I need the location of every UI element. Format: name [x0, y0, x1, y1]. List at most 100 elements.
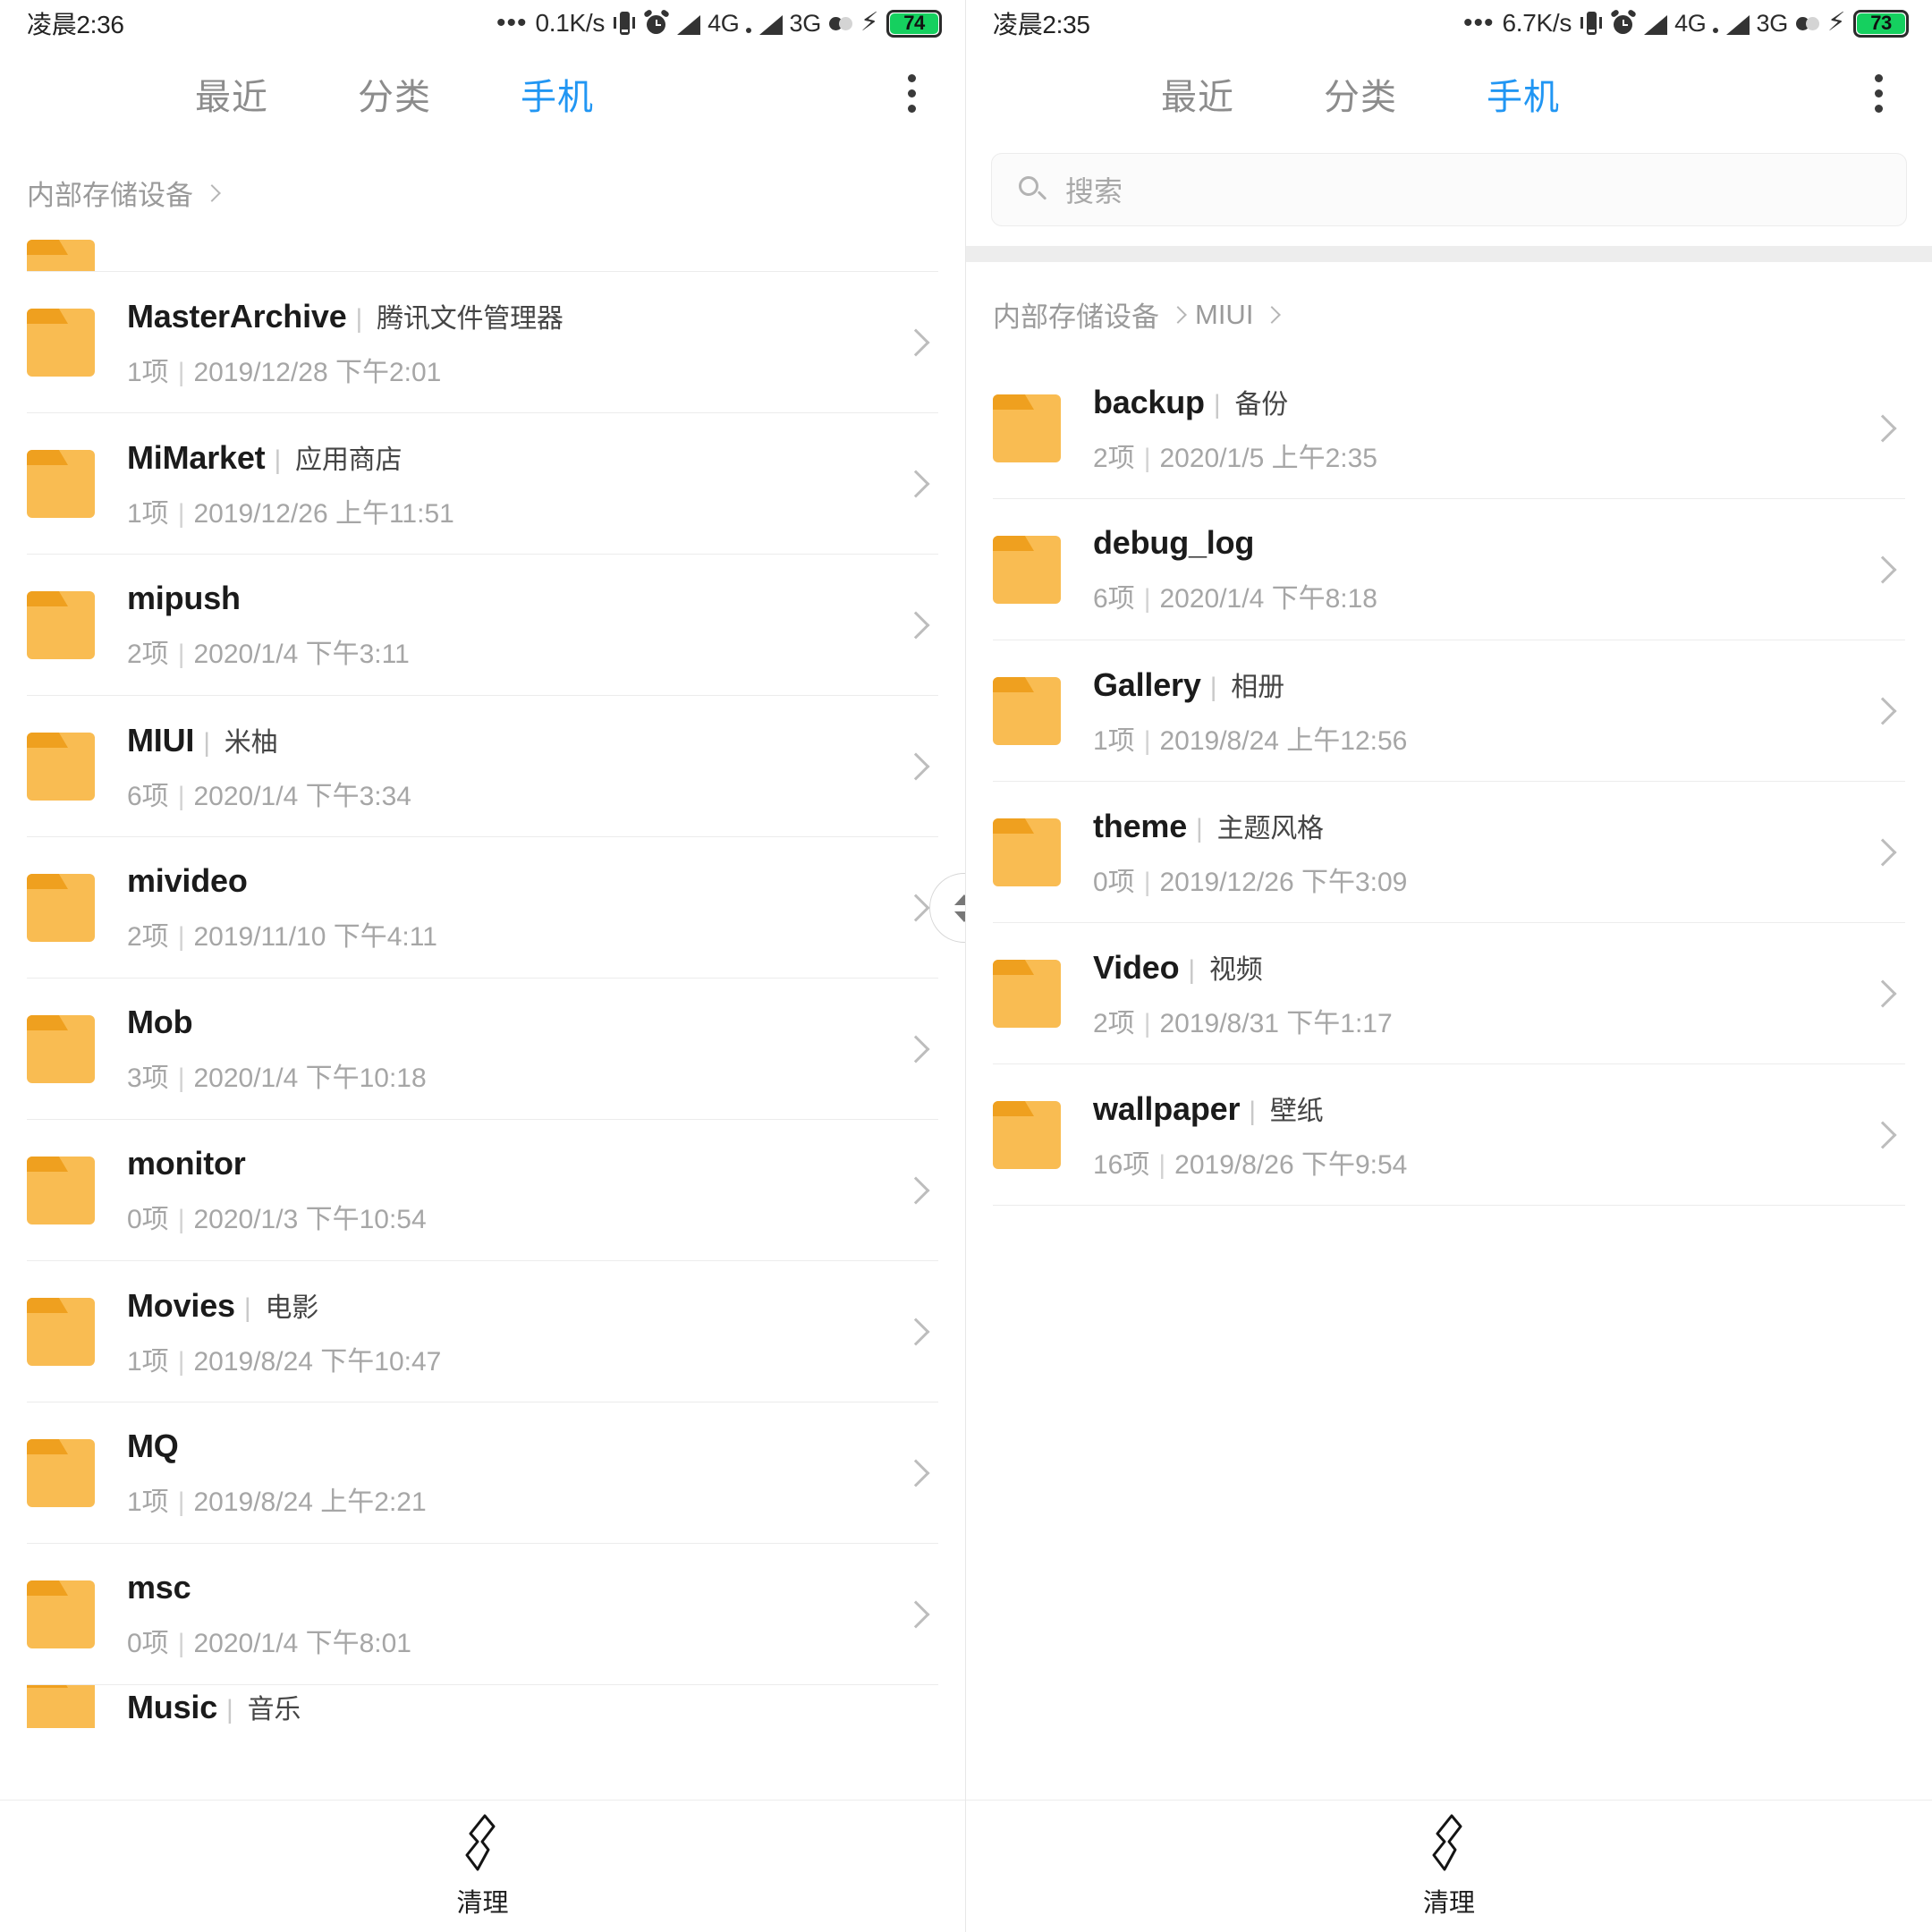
signal-bars-icon-1	[1644, 15, 1668, 35]
list-item-title: Gallery | 相册	[1093, 665, 1873, 704]
folder-icon	[27, 1298, 95, 1366]
item-count: 16项	[1093, 1150, 1150, 1180]
overflow-menu-icon[interactable]	[1852, 67, 1905, 121]
network-type-label-2: 3G	[789, 9, 822, 37]
tab-phone[interactable]: 手机	[521, 68, 594, 120]
list-item-title: Video | 视频	[1093, 947, 1873, 987]
item-count: 1项	[127, 499, 169, 529]
tab-recent[interactable]: 最近	[195, 68, 268, 120]
subtitle-separator: |	[177, 922, 185, 952]
clean-button[interactable]: 清理	[1423, 1814, 1475, 1919]
list-item-text: msc 0项 | 2020/1/4 下午8:01	[127, 1569, 906, 1660]
chevron-right-icon	[1868, 697, 1897, 725]
table-row[interactable]: MQ 1项 | 2019/8/24 上午2:21	[0, 1402, 965, 1544]
list-item-subtitle: 1项 | 2019/12/28 下午2:01	[127, 350, 906, 389]
subtitle-separator: |	[1143, 868, 1151, 897]
tab-group-right: 最近 分类 手机	[1161, 68, 1560, 120]
tab-categories[interactable]: 分类	[1324, 68, 1397, 120]
table-row[interactable]: wallpaper | 壁纸 16项 | 2019/8/26 下午9:54	[966, 1064, 1932, 1206]
folder-name: Video	[1093, 949, 1180, 986]
folder-icon	[27, 874, 95, 942]
list-item-subtitle: 2项 | 2020/1/4 下午3:11	[127, 631, 906, 671]
list-item-title: wallpaper | 壁纸	[1093, 1089, 1873, 1128]
section-divider	[966, 246, 1932, 262]
list-item-text: Music | 音乐	[127, 1687, 938, 1726]
scrollbar-thumb[interactable]	[929, 873, 965, 943]
chevron-right-icon	[902, 328, 930, 357]
folder-name: MIUI	[127, 722, 195, 758]
item-date: 2019/11/10 下午4:11	[193, 922, 437, 952]
list-item-title: MQ	[127, 1428, 906, 1465]
subtitle-separator: |	[177, 358, 185, 387]
status-bar-right: 凌晨2:35 ••• 6.7K/s 4G 3G ⚡ 73	[966, 0, 1932, 47]
list-item-title: theme | 主题风格	[1093, 806, 1873, 845]
list-item-subtitle: 1项 | 2019/8/24 上午12:56	[1093, 718, 1873, 758]
breadcrumb-item-internal-storage[interactable]: 内部存储设备	[27, 173, 193, 213]
network-speed-label: 6.7K/s	[1502, 9, 1572, 37]
folder-name: backup	[1093, 384, 1205, 420]
notification-dots-icon: •••	[1462, 8, 1495, 38]
item-date: 2019/8/24 下午10:47	[193, 1347, 442, 1377]
list-item-text: wallpaper | 壁纸 16项 | 2019/8/26 下午9:54	[1093, 1089, 1873, 1182]
folder-icon	[27, 1685, 95, 1728]
breadcrumb-left: 内部存储设备	[0, 140, 965, 236]
table-row[interactable]: monitor 0项 | 2020/1/3 下午10:54	[0, 1120, 965, 1261]
signal-bars-icon-2	[1725, 15, 1750, 35]
title-separator: |	[355, 304, 363, 334]
item-date: 2019/8/26 下午9:54	[1174, 1150, 1408, 1180]
table-row[interactable]: mivideo 2项 | 2019/11/10 下午4:11	[0, 837, 965, 979]
table-row[interactable]: Movies | 电影 1项 | 2019/8/24 下午10:47	[0, 1261, 965, 1402]
table-row[interactable]: Gallery | 相册 1项 | 2019/8/24 上午12:56	[966, 640, 1932, 782]
clean-button[interactable]: 清理	[456, 1814, 509, 1919]
scroll-up-arrow-icon	[954, 894, 965, 905]
subtitle-separator: |	[177, 1629, 185, 1658]
breadcrumb-item-internal-storage[interactable]: 内部存储设备	[993, 294, 1159, 335]
table-row[interactable]: MasterArchive | 腾讯文件管理器 1项 | 2019/12/28 …	[0, 272, 965, 413]
list-item-text: MiMarket | 应用商店 1项 | 2019/12/26 上午11:51	[127, 437, 906, 530]
tab-recent[interactable]: 最近	[1161, 68, 1234, 120]
folder-alias: 壁纸	[1269, 1097, 1324, 1126]
table-row[interactable]: debug_log 6项 | 2020/1/4 下午8:18	[966, 499, 1932, 640]
table-row[interactable]: theme | 主题风格 0项 | 2019/12/26 下午3:09	[966, 782, 1932, 923]
list-item-text: MQ 1项 | 2019/8/24 上午2:21	[127, 1428, 906, 1519]
list-item-title: mipush	[127, 580, 906, 617]
subtitle-separator: |	[1143, 726, 1151, 756]
title-separator: |	[1249, 1097, 1256, 1126]
item-count: 0项	[1093, 868, 1135, 897]
table-row[interactable]: Mob 3项 | 2020/1/4 下午10:18	[0, 979, 965, 1120]
search-placeholder: 搜索	[1065, 175, 1123, 208]
table-row[interactable]: Video | 视频 2项 | 2019/8/31 下午1:17	[966, 923, 1932, 1064]
folder-alias: 电影	[265, 1293, 319, 1323]
folder-alias: 米柚	[224, 728, 278, 758]
list-item-text: mipush 2项 | 2020/1/4 下午3:11	[127, 580, 906, 671]
chevron-right-icon	[902, 1035, 930, 1063]
table-row[interactable]: backup | 备份 2项 | 2020/1/5 上午2:35	[966, 358, 1932, 499]
search-input[interactable]: 搜索	[991, 153, 1907, 226]
list-item-text: mivideo 2项 | 2019/11/10 下午4:11	[127, 862, 906, 953]
tab-phone[interactable]: 手机	[1487, 68, 1560, 120]
signal-bars-icon-2	[758, 15, 783, 35]
overflow-menu-icon[interactable]	[885, 67, 938, 121]
folder-icon	[993, 960, 1061, 1028]
folder-icon	[27, 1439, 95, 1507]
tab-categories[interactable]: 分类	[358, 68, 431, 120]
status-time: 凌晨2:35	[993, 11, 1090, 38]
list-item-partial-bottom[interactable]: Music | 音乐	[0, 1685, 965, 1728]
status-icons: ••• 6.7K/s 4G 3G ⚡ 73	[1462, 8, 1909, 38]
table-row[interactable]: MiMarket | 应用商店 1项 | 2019/12/26 上午11:51	[0, 413, 965, 555]
file-list-right[interactable]: backup | 备份 2项 | 2020/1/5 上午2:35 debug_l…	[966, 358, 1932, 1206]
table-row[interactable]: mipush 2项 | 2020/1/4 下午3:11	[0, 555, 965, 696]
chevron-right-icon	[902, 752, 930, 781]
subtitle-separator: |	[177, 499, 185, 529]
item-date: 2019/12/28 下午2:01	[193, 358, 442, 387]
table-row[interactable]: msc 0项 | 2020/1/4 下午8:01	[0, 1544, 965, 1685]
subtitle-separator: |	[1143, 444, 1151, 473]
chevron-right-icon	[1868, 979, 1897, 1008]
list-item-partial-top[interactable]	[0, 236, 965, 272]
list-item-subtitle: 1项 | 2019/12/26 上午11:51	[127, 491, 906, 530]
file-list-left[interactable]: MasterArchive | 腾讯文件管理器 1项 | 2019/12/28 …	[0, 236, 965, 1728]
table-row[interactable]: MIUI | 米柚 6项 | 2020/1/4 下午3:34	[0, 696, 965, 837]
title-separator: |	[1213, 390, 1221, 419]
item-date: 2019/8/31 下午1:17	[1159, 1009, 1393, 1038]
breadcrumb-item-miui[interactable]: MIUI	[1195, 299, 1253, 331]
